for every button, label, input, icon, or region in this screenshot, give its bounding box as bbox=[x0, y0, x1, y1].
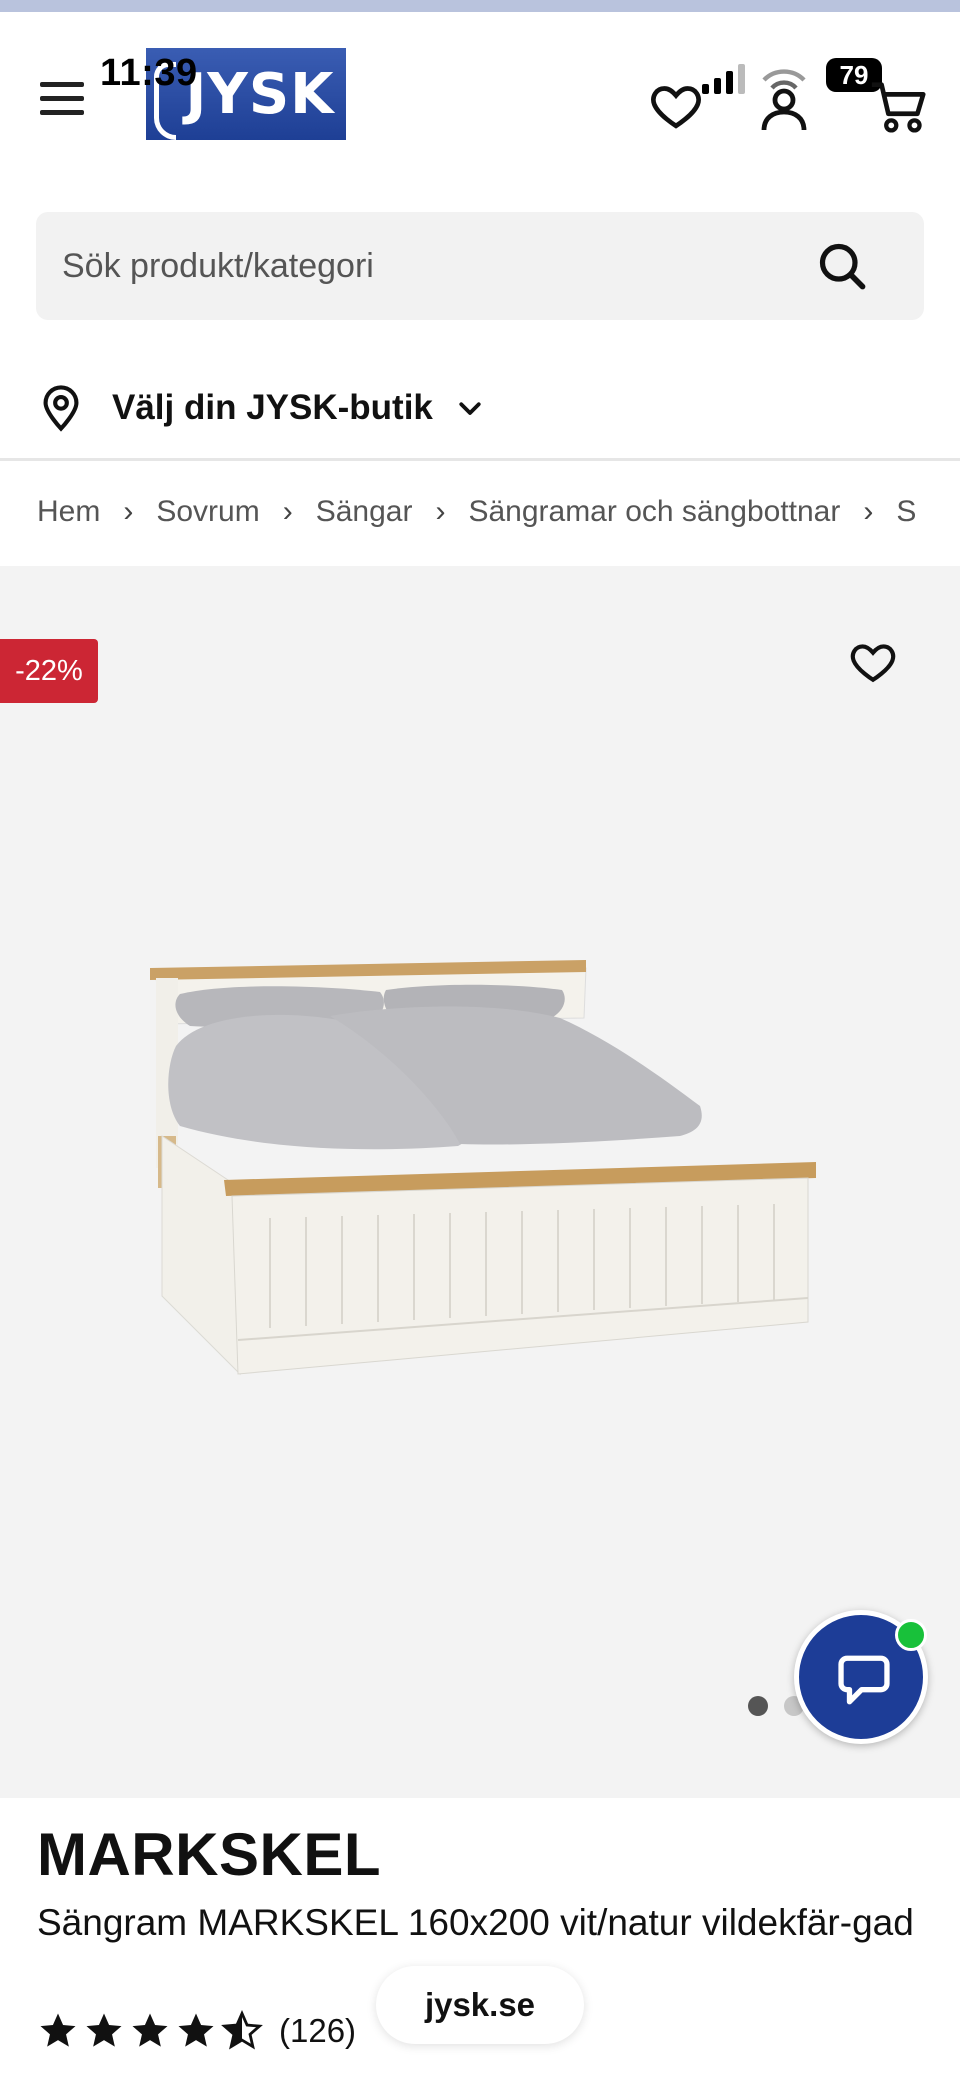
cellular-signal-icon bbox=[702, 60, 752, 94]
discount-badge: -22% bbox=[0, 639, 98, 703]
star-half-icon bbox=[221, 2010, 263, 2050]
status-bar-time: 11:39 bbox=[100, 52, 198, 94]
product-image-bed bbox=[150, 960, 816, 1376]
product-description: Sängram MARKSKEL 160x200 vit/natur vilde… bbox=[37, 1902, 914, 1943]
browser-url-pill[interactable]: jysk.se bbox=[376, 1966, 584, 2044]
logo-text: JYSK bbox=[185, 61, 335, 127]
chevron-right-icon: › bbox=[282, 495, 293, 528]
heart-icon[interactable] bbox=[848, 638, 898, 684]
star-full-icon bbox=[40, 2013, 76, 2047]
image-pagination bbox=[748, 1696, 804, 1716]
search-icon[interactable] bbox=[816, 240, 868, 292]
star-full-icon bbox=[86, 2013, 122, 2047]
chevron-right-icon: › bbox=[863, 495, 874, 528]
user-icon[interactable] bbox=[756, 62, 812, 134]
store-selector[interactable]: Välj din JYSK-butik bbox=[40, 380, 485, 436]
review-count: (126) bbox=[279, 2012, 357, 2049]
chevron-right-icon: › bbox=[435, 495, 446, 528]
header-divider bbox=[0, 458, 960, 461]
pagination-dot-active[interactable] bbox=[748, 1696, 768, 1716]
search-input[interactable] bbox=[62, 212, 822, 320]
star-full-icon bbox=[178, 2013, 214, 2047]
site-header: JYSK 11:39 79 bbox=[0, 12, 960, 182]
breadcrumb-item-hem[interactable]: Hem bbox=[37, 495, 100, 529]
chevron-down-icon bbox=[459, 402, 481, 415]
hamburger-menu-icon bbox=[40, 81, 84, 87]
store-selector-label: Välj din JYSK-butik bbox=[112, 388, 433, 427]
breadcrumb: Hem › Sovrum › Sängar › Sängramar och sä… bbox=[37, 486, 960, 538]
chat-button[interactable] bbox=[794, 1610, 928, 1744]
star-full-icon bbox=[132, 2013, 168, 2047]
chat-bubble-icon bbox=[838, 1655, 890, 1705]
product-image-gallery[interactable]: -22% bbox=[0, 566, 960, 1798]
chevron-right-icon: › bbox=[123, 495, 134, 528]
search-bar bbox=[36, 212, 924, 320]
product-rating[interactable]: (126) bbox=[37, 2010, 356, 2052]
online-status-dot bbox=[895, 1619, 927, 1651]
breadcrumb-item-truncated[interactable]: S bbox=[896, 495, 916, 529]
menu-button[interactable] bbox=[40, 74, 88, 122]
top-strip bbox=[0, 0, 960, 12]
breadcrumb-item-sangramar[interactable]: Sängramar och sängbottnar bbox=[468, 495, 840, 529]
rating-stars bbox=[37, 2010, 263, 2052]
breadcrumb-item-sangar[interactable]: Sängar bbox=[316, 495, 413, 529]
heart-icon[interactable] bbox=[648, 78, 704, 134]
breadcrumb-item-sovrum[interactable]: Sovrum bbox=[156, 495, 259, 529]
location-pin-icon bbox=[43, 385, 79, 432]
cart-icon[interactable] bbox=[868, 76, 930, 136]
product-name: MARKSKEL bbox=[37, 1821, 381, 1888]
